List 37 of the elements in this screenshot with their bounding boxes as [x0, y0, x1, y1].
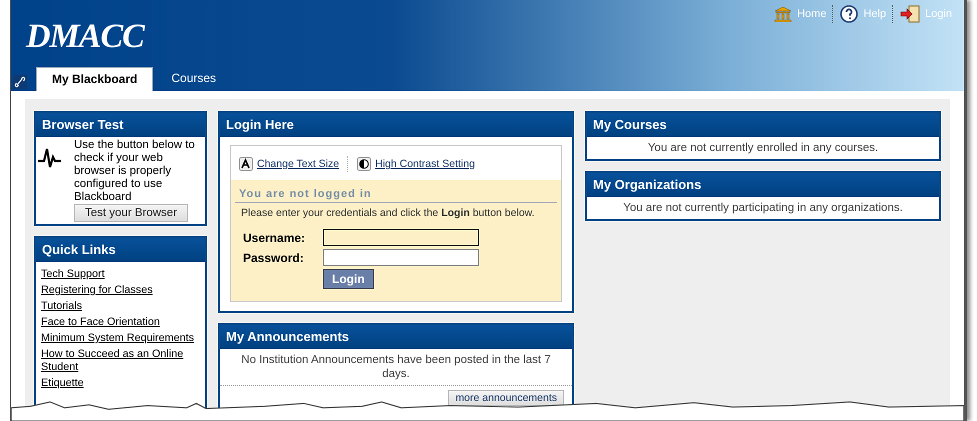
test-browser-button[interactable]: Test your Browser — [74, 204, 188, 222]
tab[interactable]: My Blackboard — [36, 67, 154, 91]
link[interactable]: High Contrast Setting — [375, 158, 475, 170]
description-text: Use the button below to check if your web browser is properly configured to use Blackboard — [74, 139, 196, 204]
quick-link[interactable]: Registering for Classes — [41, 284, 201, 297]
login-button[interactable]: Login — [323, 269, 374, 289]
quick-link[interactable]: Tech Support — [41, 268, 201, 281]
message-text: No Institution Announcements have been posted in the last 7 days. — [240, 353, 552, 382]
more-announcements-button[interactable]: more announcements — [448, 390, 564, 406]
help-icon[interactable] — [840, 5, 858, 23]
quick-link[interactable]: How to Succeed as an Online Student — [41, 348, 201, 374]
building-icon[interactable] — [774, 6, 792, 22]
input-field[interactable] — [323, 249, 479, 266]
field-label: Username: — [243, 230, 306, 244]
text-size-icon[interactable] — [239, 157, 253, 171]
message-text: You are not currently enrolled in any courses. — [646, 141, 880, 156]
field-label: Password: — [243, 250, 305, 264]
link[interactable]: Change Text Size — [257, 158, 340, 170]
input-field[interactable] — [323, 229, 479, 246]
contrast-icon[interactable] — [357, 157, 372, 171]
status-heading: You are not logged in — [235, 188, 557, 203]
panel-title: My Announcements — [220, 325, 572, 349]
logo[interactable]: DMACC — [26, 18, 144, 56]
panel-title: Browser Test — [36, 113, 205, 137]
instruction-text: Please enter your credentials and click the Login button below. — [240, 206, 536, 221]
quick-link[interactable]: Minimum System Requirements — [41, 332, 201, 345]
quick-link[interactable]: Tutorials — [41, 300, 201, 313]
panel-title: My Courses — [587, 113, 939, 137]
quick-link[interactable]: Face to Face Orientation — [41, 316, 201, 329]
tab[interactable]: Courses — [153, 67, 234, 91]
quick-link[interactable]: Etiquette — [41, 377, 201, 390]
panel-title: My Organizations — [587, 173, 939, 197]
panel-title: Quick Links — [36, 238, 205, 262]
message-text: You are not currently participating in any organizations. — [622, 201, 904, 216]
login-icon[interactable] — [900, 5, 920, 23]
panel-title: Login Here — [220, 113, 572, 137]
link-icon[interactable] — [13, 75, 27, 89]
